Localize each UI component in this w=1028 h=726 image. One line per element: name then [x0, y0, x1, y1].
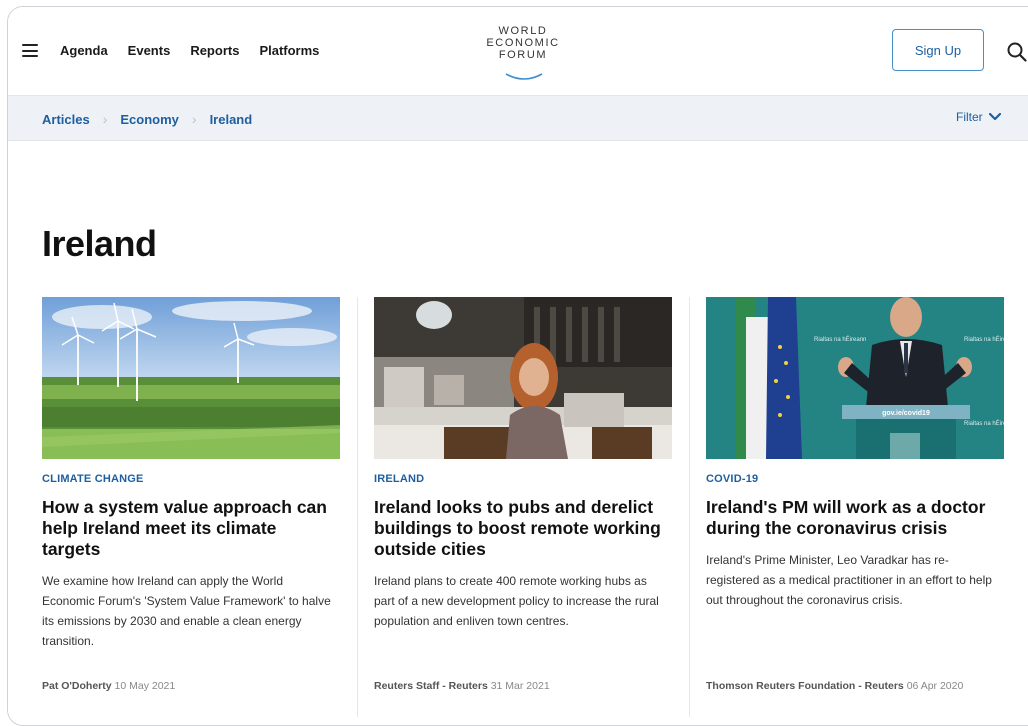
- search-icon[interactable]: [1006, 41, 1028, 63]
- article-grid: CLIMATE CHANGE How a system value approa…: [42, 297, 1022, 717]
- filter-button[interactable]: Filter: [956, 110, 1001, 124]
- wef-logo[interactable]: WORLD ECONOMIC FORUM: [478, 25, 568, 85]
- sign-up-button[interactable]: Sign Up: [892, 29, 984, 71]
- breadcrumb-ireland[interactable]: Ireland: [210, 112, 253, 127]
- nav-platforms[interactable]: Platforms: [259, 43, 319, 58]
- nav-reports[interactable]: Reports: [190, 43, 239, 58]
- article-headline[interactable]: Ireland looks to pubs and derelict build…: [374, 497, 670, 560]
- breadcrumb-bar: Articles › Economy › Ireland Filter: [8, 95, 1028, 141]
- site-header: Agenda Events Reports Platforms WORLD EC…: [8, 7, 1028, 95]
- article-tag[interactable]: CLIMATE CHANGE: [42, 473, 144, 485]
- article-headline[interactable]: How a system value approach can help Ire…: [42, 497, 338, 560]
- article-headline[interactable]: Ireland's PM will work as a doctor durin…: [706, 497, 1002, 539]
- article-card[interactable]: Rialtas na hÉireann Rialtas na hÉireann …: [706, 297, 1004, 717]
- nav-events[interactable]: Events: [128, 43, 171, 58]
- breadcrumb: Articles › Economy › Ireland: [42, 111, 252, 127]
- article-image-wind-turbines[interactable]: [42, 297, 340, 459]
- article-tag[interactable]: IRELAND: [374, 473, 424, 485]
- page-title: Ireland: [42, 223, 157, 264]
- article-author[interactable]: Reuters Staff - Reuters: [374, 680, 488, 692]
- column-divider: [357, 297, 358, 717]
- breadcrumb-economy[interactable]: Economy: [120, 112, 179, 127]
- article-byline: Pat O'Doherty 10 May 2021: [42, 680, 175, 692]
- filter-label: Filter: [956, 110, 983, 124]
- article-date: 31 Mar 2021: [490, 680, 550, 692]
- article-card[interactable]: CLIMATE CHANGE How a system value approa…: [42, 297, 340, 717]
- backdrop-text-3: Rialtas na hÉireann: [964, 420, 1004, 427]
- article-date: 06 Apr 2020: [906, 680, 964, 692]
- article-author[interactable]: Thomson Reuters Foundation - Reuters: [706, 680, 904, 692]
- article-image-press-conference[interactable]: Rialtas na hÉireann Rialtas na hÉireann …: [706, 297, 1004, 459]
- podium-sign-text: gov.ie/covid19: [882, 410, 930, 417]
- chevron-right-icon: ›: [102, 111, 108, 127]
- article-byline: Thomson Reuters Foundation - Reuters 06 …: [706, 680, 963, 692]
- article-image-cafe-worker[interactable]: [374, 297, 672, 459]
- logo-line-3: FORUM: [498, 49, 548, 61]
- nav-agenda[interactable]: Agenda: [60, 43, 108, 58]
- breadcrumb-articles[interactable]: Articles: [42, 112, 90, 127]
- logo-line-2: ECONOMIC: [486, 37, 560, 49]
- column-divider: [689, 297, 690, 717]
- article-byline: Reuters Staff - Reuters 31 Mar 2021: [374, 680, 550, 692]
- logo-arc-icon: [505, 73, 543, 80]
- article-author[interactable]: Pat O'Doherty: [42, 680, 112, 692]
- article-summary: We examine how Ireland can apply the Wor…: [42, 574, 331, 648]
- chevron-right-icon: ›: [191, 111, 197, 127]
- article-tag[interactable]: COVID-19: [706, 473, 758, 485]
- logo-line-1: WORLD: [498, 25, 548, 37]
- backdrop-text-1: Rialtas na hÉireann: [814, 336, 866, 343]
- article-summary: Ireland's Prime Minister, Leo Varadkar h…: [706, 553, 992, 607]
- browser-frame: Agenda Events Reports Platforms WORLD EC…: [7, 6, 1028, 726]
- article-date: 10 May 2021: [114, 680, 176, 692]
- main-nav: Agenda Events Reports Platforms: [60, 43, 319, 58]
- chevron-down-icon: [988, 113, 1001, 121]
- backdrop-text-2: Rialtas na hÉireann: [964, 336, 1004, 343]
- article-card[interactable]: IRELAND Ireland looks to pubs and dereli…: [374, 297, 672, 717]
- hamburger-menu-icon[interactable]: [22, 44, 38, 57]
- article-summary: Ireland plans to create 400 remote worki…: [374, 574, 659, 628]
